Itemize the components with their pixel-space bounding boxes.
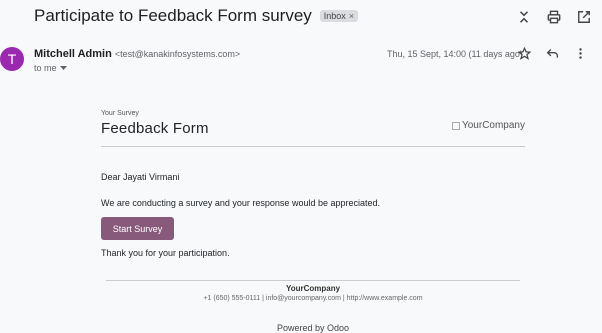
company-logo-alt: YourCompany (461, 120, 525, 131)
footer-contact: +1 (650) 555-0111 | info@yourcompany.com… (203, 295, 423, 302)
broken-image-icon (451, 121, 460, 130)
thanks-text: Thank you for your participation. (101, 248, 230, 258)
header-divider (101, 146, 525, 147)
sender-name[interactable]: Mitchell Admin (34, 48, 112, 60)
caret-down-icon[interactable] (59, 63, 67, 73)
thread-actions (516, 9, 592, 25)
survey-message: We are conducting a survey and your resp… (101, 198, 381, 208)
label-text: Inbox (323, 11, 346, 21)
greeting: Dear Jayati Virmani (101, 172, 180, 182)
star-icon[interactable] (516, 45, 532, 61)
collapse-expand-icon[interactable] (516, 9, 532, 25)
recipient-details-toggle[interactable]: to me (34, 63, 67, 73)
survey-email-card: Your Survey Feedback Form YourCompany De… (101, 110, 525, 333)
email-subject: Participate to Feedback Form survey (34, 6, 312, 25)
more-vertical-icon[interactable] (572, 45, 588, 61)
print-icon[interactable] (546, 9, 562, 25)
sender-email: <test@kanakinfosystems.com> (114, 49, 241, 59)
recipient-text: to me (34, 63, 57, 73)
sender-info: Mitchell Admin <test@kanakinfosystems.co… (34, 48, 240, 60)
footer-company: YourCompany (285, 284, 341, 293)
email-date: Thu, 15 Sept, 14:00 (11 days ago) (387, 49, 523, 59)
company-logo: YourCompany (451, 120, 525, 131)
your-survey-label: Your Survey (101, 110, 139, 117)
remove-label-icon[interactable]: × (349, 11, 354, 21)
footer-divider (106, 280, 520, 281)
open-in-new-window-icon[interactable] (576, 9, 592, 25)
sender-avatar[interactable]: T (0, 47, 24, 71)
message-actions (516, 45, 588, 61)
powered-by-odoo[interactable]: Powered by Odoo (101, 323, 525, 333)
reply-icon[interactable] (544, 45, 560, 61)
email-subject-row: Participate to Feedback Form survey Inbo… (34, 6, 359, 26)
inbox-label-chip[interactable]: Inbox × (319, 10, 359, 22)
start-survey-button[interactable]: Start Survey (101, 217, 174, 240)
